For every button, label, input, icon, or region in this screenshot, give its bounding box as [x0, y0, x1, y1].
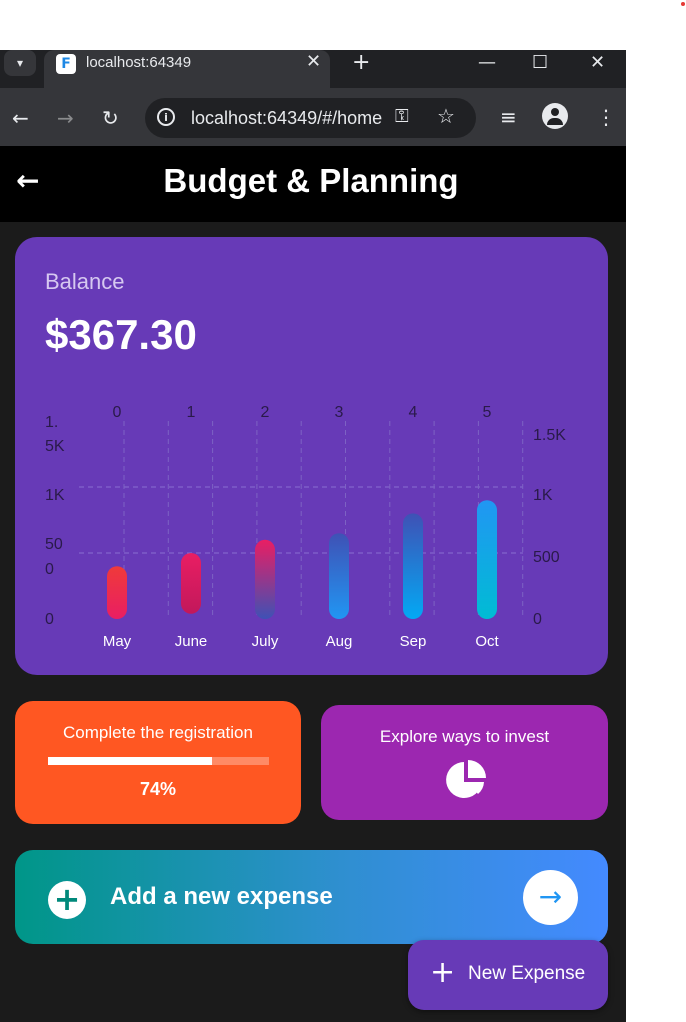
category-label: Sep — [400, 633, 427, 650]
category-label: Oct — [475, 633, 499, 650]
browser-window: ▾ F localhost:64349 ✕ + — ☐ ✕ ← → ↻ i lo… — [0, 50, 626, 1022]
registration-progress-track — [48, 757, 269, 765]
add-expense-card[interactable]: + Add a new expense → — [15, 850, 608, 944]
invest-title: Explore ways to invest — [379, 727, 550, 746]
top-tick-label: 3 — [335, 404, 344, 421]
right-tick-label: 0 — [533, 611, 542, 628]
close-window-icon[interactable]: ✕ — [590, 50, 605, 76]
new-expense-button[interactable]: + New Expense — [408, 940, 608, 1010]
menu-kebab-icon[interactable]: ⋮ — [596, 105, 616, 129]
top-tick-label: 4 — [409, 404, 418, 421]
new-expense-label: New Expense — [468, 963, 586, 984]
top-tick-label: 0 — [113, 404, 122, 421]
category-label: June — [175, 633, 208, 650]
category-label: May — [103, 633, 132, 650]
add-expense-label: Add a new expense — [110, 883, 333, 910]
right-tick-label: 1K — [533, 487, 553, 504]
category-label: July — [252, 633, 279, 650]
plus-icon: + — [430, 955, 456, 990]
bookmark-star-icon[interactable]: ☆ — [437, 104, 455, 128]
right-tick-label: 1.5K — [533, 427, 566, 444]
indicator-dot — [681, 2, 685, 6]
page-title: Budget & Planning — [163, 162, 459, 199]
top-tick-label: 5 — [483, 404, 492, 421]
left-tick-label: 5K — [45, 438, 65, 455]
bar-may — [107, 566, 127, 619]
url-text[interactable]: localhost:64349/#/home — [191, 108, 382, 129]
browser-toolbar: ← → ↻ i localhost:64349/#/home ⚿ ☆ ≡ ⋮ — [0, 88, 626, 146]
media-queue-icon[interactable]: ≡ — [500, 105, 517, 129]
bar-july — [255, 539, 275, 619]
bar-june — [181, 553, 201, 614]
balance-bar-chart: 0May1June2July3Aug4Sep5Oct1.5K1K50001.5K… — [45, 404, 566, 650]
maximize-icon[interactable]: ☐ — [532, 50, 548, 76]
browser-tab[interactable]: F localhost:64349 ✕ — [44, 50, 330, 88]
new-tab-button[interactable]: + — [352, 50, 370, 76]
tab-strip: ▾ F localhost:64349 ✕ + — ☐ ✕ — [0, 50, 626, 88]
left-tick-label: 1. — [45, 414, 58, 431]
password-key-icon[interactable]: ⚿ — [395, 106, 409, 127]
pie-chart-icon — [446, 760, 486, 798]
bar-oct — [477, 500, 497, 619]
back-arrow-icon[interactable]: ← — [12, 106, 29, 130]
flutter-favicon-icon: F — [56, 54, 76, 74]
chevron-down-icon: ▾ — [16, 56, 24, 70]
profile-avatar-icon[interactable] — [542, 103, 568, 129]
category-label: Aug — [326, 633, 353, 650]
bar-sep — [403, 513, 423, 619]
registration-card[interactable]: Complete the registration 74% — [15, 701, 301, 824]
top-tick-label: 1 — [187, 404, 196, 421]
right-tick-label: 500 — [533, 549, 560, 566]
close-tab-icon[interactable]: ✕ — [306, 51, 321, 72]
registration-progress-fill — [48, 757, 212, 765]
left-tick-label: 50 — [45, 536, 63, 553]
app-bar: ← Budget & Planning — [0, 146, 626, 222]
forward-arrow-icon[interactable]: → — [57, 106, 74, 130]
site-info-icon[interactable]: i — [157, 108, 175, 126]
registration-progress-label: 74% — [139, 779, 177, 799]
minimize-icon[interactable]: — — [478, 50, 496, 76]
balance-card: Balance $367.30 0 May 1 June 2 July 3 Aug 4 Sep 5 O… — [15, 237, 608, 675]
left-tick-label: 0 — [45, 611, 54, 628]
address-bar[interactable]: i localhost:64349/#/home ⚿ ☆ — [145, 98, 476, 138]
bar-aug — [329, 533, 349, 619]
top-tick-label: 2 — [261, 404, 270, 421]
left-tick-label: 0 — [45, 561, 54, 578]
registration-title: Complete the registration — [63, 723, 253, 742]
reload-icon[interactable]: ↻ — [102, 106, 119, 130]
add-plus-icon: + — [48, 881, 86, 919]
tab-search-button[interactable]: ▾ — [4, 50, 36, 76]
tab-title: localhost:64349 — [86, 54, 192, 71]
left-tick-label: 1K — [45, 487, 65, 504]
arrow-right-icon[interactable]: → — [523, 870, 578, 925]
invest-card[interactable]: Explore ways to invest — [321, 705, 608, 820]
